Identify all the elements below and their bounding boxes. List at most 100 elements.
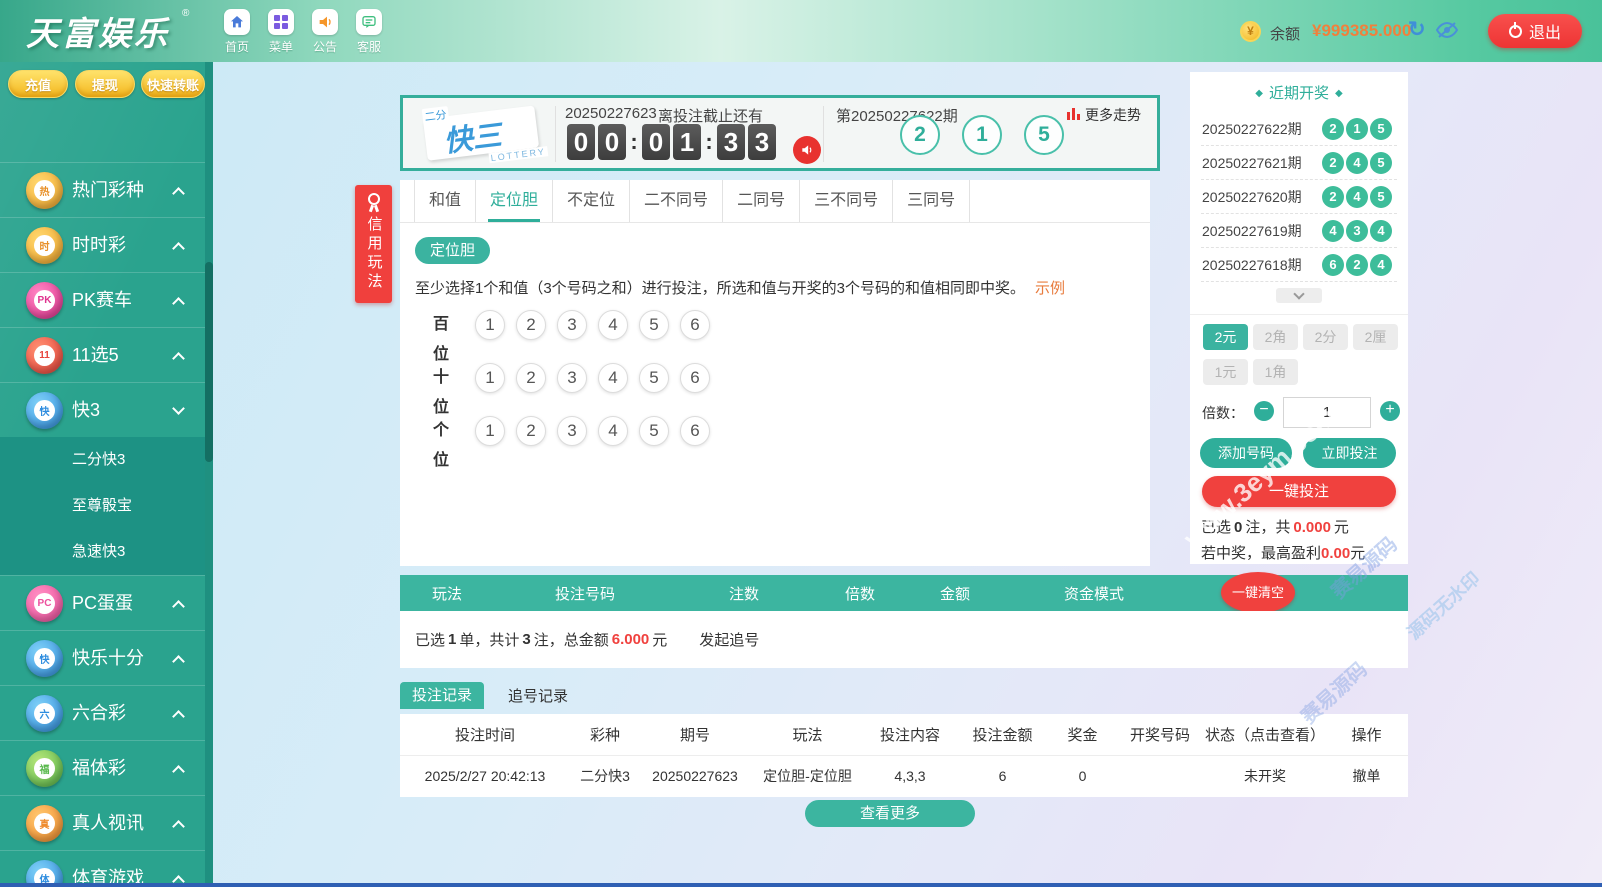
sidebar-item-hot-lottery[interactable]: 热 热门彩种	[0, 162, 205, 217]
cart-col-count: 注数	[676, 583, 812, 604]
draw-number: 2	[1322, 118, 1344, 140]
amount-button-2jiao[interactable]: 2角	[1253, 324, 1298, 350]
number-ball[interactable]: 2	[516, 310, 546, 340]
tab-chase-records[interactable]: 追号记录	[508, 685, 568, 706]
tab-budingwei[interactable]: 不定位	[553, 180, 630, 222]
amount-button-2li[interactable]: 2厘	[1353, 324, 1398, 350]
eye-slash-icon[interactable]	[1436, 22, 1458, 43]
number-ball[interactable]: 2	[516, 416, 546, 446]
bet-status[interactable]: 未开奖	[1205, 766, 1325, 786]
expand-draws-button[interactable]	[1276, 288, 1322, 303]
submenu-item-zhizun-shaibao[interactable]: 至尊骰宝	[0, 483, 205, 529]
sound-toggle-button[interactable]	[793, 136, 821, 164]
cart-col-amount: 金额	[908, 583, 1002, 604]
tab-ertonghao[interactable]: 二同号	[723, 180, 800, 222]
amount-button-1jiao[interactable]: 1角	[1253, 359, 1298, 385]
sidebar-item-pk-racing[interactable]: PK PK赛车	[0, 272, 205, 327]
one-key-bet-button[interactable]: 一键投注	[1202, 476, 1396, 507]
tab-dingweidan[interactable]: 定位胆	[476, 180, 553, 222]
refresh-icon[interactable]: ↻	[1408, 17, 1426, 42]
logout-button[interactable]: 退出	[1488, 14, 1582, 48]
quick-transfer-button[interactable]: 快速转账	[141, 70, 205, 98]
more-trends-link[interactable]: 更多走势	[1067, 105, 1141, 125]
recent-draw-row: 20250227620期 2 4 5	[1201, 180, 1397, 214]
number-ball[interactable]: 6	[680, 310, 710, 340]
amount-button-1yuan[interactable]: 1元	[1203, 359, 1248, 385]
recent-draw-row: 20250227618期 6 2 4	[1201, 248, 1397, 282]
number-ball[interactable]: 4	[598, 363, 628, 393]
number-ball[interactable]: 3	[557, 363, 587, 393]
number-ball[interactable]: 6	[680, 363, 710, 393]
view-more-button[interactable]: 查看更多	[805, 800, 975, 827]
table-row: 2025/2/27 20:42:13 二分快3 20250227623 定位胆-…	[400, 756, 1408, 796]
coin-icon: ¥	[1240, 21, 1261, 42]
recent-draw-row: 20250227622期 2 1 5	[1201, 112, 1397, 146]
number-ball[interactable]: 5	[639, 310, 669, 340]
withdraw-button[interactable]: 提现	[75, 70, 135, 98]
number-ball[interactable]: 5	[639, 416, 669, 446]
bet-play: 定位胆-定位胆	[750, 766, 865, 786]
number-ball[interactable]: 5	[639, 363, 669, 393]
brand-logo: 天富娱乐	[26, 7, 170, 55]
number-ball[interactable]: 3	[557, 416, 587, 446]
sidebar-item-sports[interactable]: 体 体育游戏	[0, 850, 205, 887]
tab-santonghao[interactable]: 三同号	[893, 180, 970, 222]
countdown-timer: 0 0 : 0 1 : 3 3	[567, 124, 776, 160]
chevron-down-icon	[1293, 288, 1304, 299]
number-ball[interactable]: 1	[475, 416, 505, 446]
draw-number: 4	[1346, 152, 1368, 174]
number-ball[interactable]: 2	[516, 363, 546, 393]
tab-hezhi[interactable]: 和值	[414, 180, 476, 222]
sidebar-item-futicai[interactable]: 福 福体彩	[0, 740, 205, 795]
number-ball[interactable]: 1	[475, 310, 505, 340]
start-chase-link[interactable]: 发起追号	[699, 629, 759, 650]
cancel-bet-link[interactable]: 撤单	[1325, 766, 1408, 786]
submenu-item-jisukuai3[interactable]: 急速快3	[0, 529, 205, 575]
example-link[interactable]: 示例	[1035, 280, 1065, 297]
nav-customer-service[interactable]: 客服	[346, 9, 392, 55]
number-ball[interactable]: 1	[475, 363, 505, 393]
amount-button-2fen[interactable]: 2分	[1303, 324, 1348, 350]
sidebar-item-live-video[interactable]: 真 真人视讯	[0, 795, 205, 850]
credit-play-ribbon[interactable]: 信用玩法	[355, 185, 392, 303]
selected-bets-info: 已选0注，共0.000元	[1201, 516, 1349, 537]
number-ball[interactable]: 3	[557, 310, 587, 340]
nav-home[interactable]: 首页	[214, 9, 260, 55]
tab-erbutonghao[interactable]: 二不同号	[630, 180, 723, 222]
draw-number: 4	[1346, 186, 1368, 208]
number-ball[interactable]: 4	[598, 416, 628, 446]
multiplier-decrease-button[interactable]: −	[1254, 401, 1274, 421]
sidebar-scrollbar-thumb[interactable]	[205, 262, 213, 462]
sidebar-item-kuai3[interactable]: 快 快3	[0, 382, 205, 437]
nav-menu[interactable]: 菜单	[258, 9, 304, 55]
sidebar-item-shishicai[interactable]: 时 时时彩	[0, 217, 205, 272]
multiplier-increase-button[interactable]: +	[1380, 401, 1400, 421]
bet-time: 2025/2/27 20:42:13	[400, 768, 570, 784]
bet-content: 4,3,3	[865, 768, 955, 784]
live-video-ball-icon: 真	[26, 805, 63, 842]
recent-draws-title: ◆近期开奖◆	[1190, 72, 1408, 103]
nav-announcement[interactable]: 公告	[302, 9, 348, 55]
clear-all-button[interactable]: 一键清空	[1221, 572, 1295, 613]
draw-number: 4	[1370, 220, 1392, 242]
sidebar-item-kuaile-shifen[interactable]: 快 快乐十分	[0, 630, 205, 685]
submenu-item-erfenkuai3[interactable]: 二分快3	[0, 437, 205, 483]
sidebar-item-liuhecai[interactable]: 六 六合彩	[0, 685, 205, 740]
number-ball[interactable]: 6	[680, 416, 710, 446]
sidebar-item-pc-dandan[interactable]: PC PC蛋蛋	[0, 575, 205, 630]
deposit-button[interactable]: 充值	[8, 70, 68, 98]
tab-sanbutonghao[interactable]: 三不同号	[800, 180, 893, 222]
balance-amount: ¥999385.000	[1312, 21, 1411, 41]
draw-number: 6	[1322, 254, 1344, 276]
power-icon	[1509, 25, 1522, 38]
number-ball[interactable]: 4	[598, 310, 628, 340]
tab-bet-records[interactable]: 投注记录	[400, 682, 484, 709]
kuaile-shifen-ball-icon: 快	[26, 640, 63, 677]
app-header: 天富娱乐 ® 首页 菜单 公告 客服 ¥ 余额 ¥9	[0, 0, 1602, 62]
add-number-button[interactable]: 添加号码	[1200, 438, 1292, 468]
bet-now-button[interactable]: 立即投注	[1303, 438, 1396, 468]
sidebar-item-11x5[interactable]: 11 11选5	[0, 327, 205, 382]
recent-draw-row: 20250227619期 4 3 4	[1201, 214, 1397, 248]
amount-button-2yuan[interactable]: 2元	[1203, 324, 1248, 350]
multiplier-input[interactable]	[1283, 397, 1371, 428]
